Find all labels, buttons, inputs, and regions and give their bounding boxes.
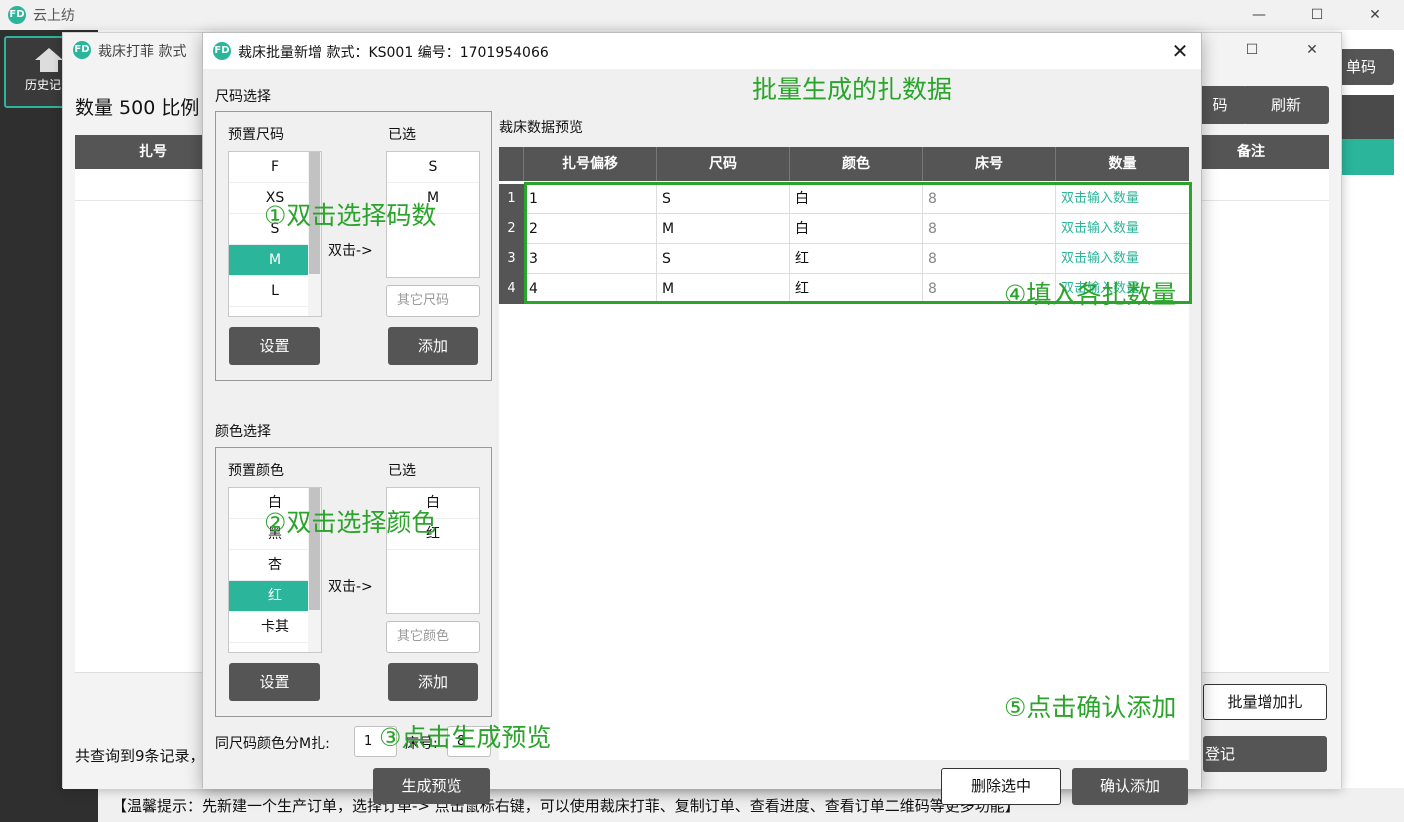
close-button[interactable]: ✕ [1289,35,1335,65]
quantity-stat: 数量 500 比例 [75,97,200,119]
refresh-button[interactable]: 刷新 [1243,86,1329,124]
preset-color-label: 预置颜色 [228,463,284,479]
dialog-title: 裁床批量新增 款式：KS001 编号：1701954066 [238,45,549,61]
app-logo-icon: FD [73,41,91,59]
annotation-step1: ①双击选择码数 [264,201,437,230]
split-label: 同尺码颜色分M扎: [215,736,330,752]
column-header: 扎号偏移 [524,147,657,181]
annotation-step2: ②双击选择颜色 [264,508,437,537]
double-click-hint: 双击-> [328,243,373,259]
column-header: 数量 [1108,156,1137,172]
annotation-step4: ④填入各扎数量 [1004,280,1177,309]
row-number: 4 [499,274,524,304]
annotation-batch-title: 批量生成的扎数据 [752,75,953,104]
row-number-header [499,147,524,181]
size-settings-button[interactable]: 设置 [229,327,320,365]
maximize-button[interactable]: ☐ [1294,0,1340,30]
row-number: 2 [499,214,524,244]
selected-color-label: 已选 [388,463,416,479]
close-button[interactable]: ✕ [1352,0,1398,30]
batch-add-bundle-button[interactable]: 批量增加扎 [1203,684,1327,720]
main-titlebar: FD 云上纺 — ☐ ✕ [0,0,1404,30]
batch-add-dialog: FD 裁床批量新增 款式：KS001 编号：1701954066 ✕ 尺码选择 … [202,32,1202,805]
delete-selected-button[interactable]: 删除选中 [941,768,1061,805]
row-number: 1 [499,184,524,214]
annotation-step3: ③点击生成预览 [379,723,552,752]
preset-size-label: 预置尺码 [228,127,284,143]
dialog-titlebar: FD 裁床批量新增 款式：KS001 编号：1701954066 ✕ [203,33,1201,69]
size-section-label: 尺码选择 [215,89,271,105]
app-title: 云上纺 [33,8,75,24]
home-icon [35,48,63,72]
size-add-button[interactable]: 添加 [388,327,478,365]
generate-preview-button[interactable]: 生成预览 [373,768,490,804]
minimize-button[interactable]: — [1236,0,1282,30]
column-header: 床号 [923,147,1056,181]
selected-size-label: 已选 [388,127,416,143]
preview-grid-header: 扎号偏移 尺码 颜色 床号 数量 [499,147,1189,181]
confirm-add-button[interactable]: 确认添加 [1072,768,1188,805]
maximize-button[interactable]: ☐ [1229,35,1275,65]
scrollbar[interactable] [308,152,321,316]
other-size-input[interactable]: 其它尺码 [386,285,480,317]
register-button[interactable]: 登记 [1203,736,1327,772]
row-number: 3 [499,244,524,274]
tip-text: 【温馨提示：先新建一个生产订单，选择订单-> 点击鼠标右键，可以使用裁床打菲、复… [112,797,1020,815]
app-logo-icon: FD [8,6,26,24]
color-settings-button[interactable]: 设置 [229,663,320,701]
app-logo-icon: FD [213,42,231,60]
size-group: 预置尺码 已选 F XS S M L 双击-> S M 其它尺码 设置 添加 [215,111,492,381]
record-count: 共查询到9条记录， [75,747,205,765]
double-click-hint: 双击-> [328,579,373,595]
cutting-window-title: 裁床打菲 款式 [98,44,187,60]
dialog-body: 尺码选择 预置尺码 已选 F XS S M L 双击-> S M 其它尺码 设置… [203,69,1201,805]
annotation-step5: ⑤点击确认添加 [1004,693,1177,722]
column-header: 颜色 [790,147,923,181]
column-header: 尺码 [657,147,790,181]
dialog-close-button[interactable]: ✕ [1165,36,1195,66]
color-section-label: 颜色选择 [215,424,271,440]
main-table-header-edge [1340,95,1394,139]
main-selected-row-edge [1340,139,1394,175]
list-item[interactable]: S [387,152,479,183]
preset-size-list[interactable]: F XS S M L [228,151,322,317]
preview-label: 裁床数据预览 [499,120,583,136]
color-add-button[interactable]: 添加 [388,663,478,701]
color-group: 预置颜色 已选 白 黑 杏 红 卡其 双击-> 白 红 其它颜色 设置 添加 [215,447,492,717]
other-color-input[interactable]: 其它颜色 [386,621,480,653]
